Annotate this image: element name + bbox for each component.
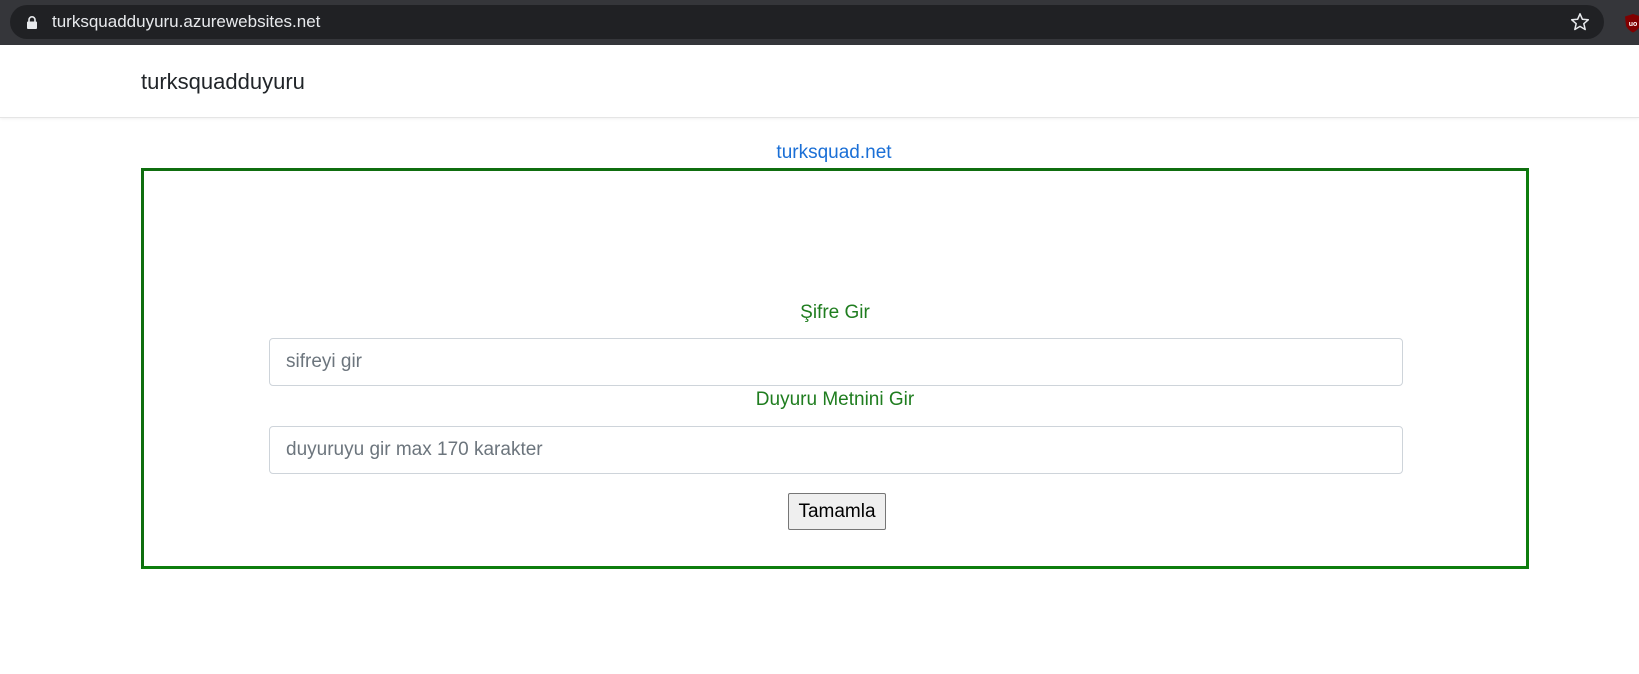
announcement-input[interactable] <box>269 426 1403 474</box>
url-text[interactable]: turksquadduyuru.azurewebsites.net <box>52 13 320 31</box>
lock-icon[interactable] <box>26 16 38 29</box>
announcement-form: Şifre Gir Duyuru Metnini Gir Tamamla <box>141 168 1529 569</box>
svg-text:uo: uo <box>1629 21 1638 28</box>
submit-button[interactable]: Tamamla <box>788 493 886 530</box>
turksquad-link[interactable]: turksquad.net <box>0 142 1639 164</box>
announcement-label: Duyuru Metnini Gir <box>755 389 915 410</box>
ublock-extension-icon[interactable]: uo <box>1624 13 1639 33</box>
browser-toolbar: turksquadduyuru.azurewebsites.net uo <box>0 0 1639 45</box>
password-label: Şifre Gir <box>800 302 870 323</box>
brand-link[interactable]: turksquadduyuru <box>141 70 305 94</box>
top-navbar: turksquadduyuru <box>0 45 1639 118</box>
bookmark-star-icon[interactable] <box>1570 12 1590 32</box>
address-bar[interactable]: turksquadduyuru.azurewebsites.net <box>10 5 1604 39</box>
password-input[interactable] <box>269 338 1403 386</box>
